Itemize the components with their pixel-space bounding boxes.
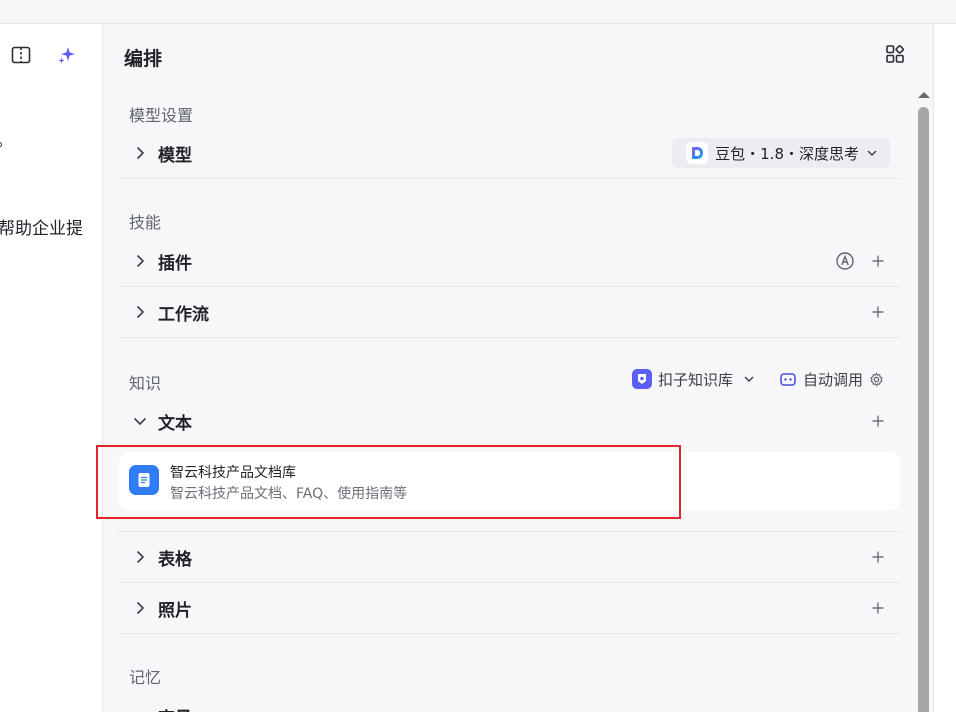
split-view-icon[interactable] [10, 44, 32, 66]
section-knowledge: 知识 [129, 374, 162, 393]
plugins-row-label: 插件 [158, 254, 192, 274]
memory-row-label-partial: 变量 [158, 704, 192, 712]
document-icon [129, 465, 159, 495]
scroll-up-arrow-icon[interactable] [918, 92, 930, 98]
robot-icon [780, 373, 796, 386]
workflow-row-label: 工作流 [158, 305, 209, 325]
knowledge-base-source: 扣子知识库 [658, 370, 734, 389]
section-memory: 记忆 [129, 668, 162, 687]
kb-item-description: 智云科技产品文档、FAQ、使用指南等 [170, 486, 408, 502]
scrollbar-thumb[interactable] [918, 107, 929, 712]
settings-gear-icon[interactable] [869, 371, 884, 387]
section-skills: 技能 [129, 213, 162, 232]
panel-title: 编排 [124, 48, 163, 70]
chevron-right-icon[interactable] [132, 304, 148, 320]
photo-kb-label: 照片 [158, 601, 192, 621]
chevron-down-icon[interactable] [132, 413, 148, 429]
text-kb-label: 文本 [158, 414, 192, 434]
model-selector[interactable]: 豆包・1.8・深度思考 [672, 138, 890, 168]
auto-call-setting[interactable]: 自动调用 [779, 367, 884, 391]
chevron-right-icon[interactable] [132, 549, 148, 565]
right-edge-pane [933, 24, 956, 712]
add-text-kb-icon[interactable] [870, 413, 886, 429]
add-table-kb-icon[interactable] [870, 549, 886, 565]
coze-kb-logo-icon [632, 369, 652, 389]
chevron-down-icon [867, 150, 877, 156]
knowledge-base-item[interactable]: 智云科技产品文档库 智云科技产品文档、FAQ、使用指南等 [119, 452, 900, 510]
preview-pane: 。 帮助企业提 [0, 24, 103, 712]
add-photo-kb-icon[interactable] [870, 600, 886, 616]
chevron-right-icon[interactable] [132, 253, 148, 269]
preview-text-fragment: 。 [0, 126, 13, 151]
top-bar [0, 0, 956, 24]
model-row-label: 模型 [158, 146, 192, 166]
auto-mode-icon[interactable] [835, 251, 855, 271]
vertical-scrollbar[interactable] [914, 88, 932, 712]
model-name: 豆包・1.8・深度思考 [715, 144, 859, 163]
chevron-right-icon[interactable] [132, 600, 148, 616]
table-kb-row[interactable]: 表格 [119, 531, 900, 583]
knowledge-base-selector[interactable]: 扣子知识库 [632, 367, 755, 391]
auto-call-label: 自动调用 [803, 370, 864, 389]
chevron-right-icon[interactable] [132, 145, 148, 161]
sparkle-icon[interactable] [56, 44, 78, 66]
kb-item-title: 智云科技产品文档库 [170, 465, 296, 481]
preview-text-fragment: 帮助企业提 [0, 219, 83, 239]
photo-kb-row[interactable]: 照片 [119, 583, 900, 634]
add-plugin-icon[interactable] [870, 253, 886, 269]
orchestration-panel: 编排 模型设置 模型 豆包・1.8・深度思考 技能 插件 工作流 知识 扣子知识… [104, 24, 933, 712]
doubao-logo-icon [686, 142, 709, 164]
layout-grid-icon[interactable] [885, 44, 905, 64]
table-kb-label: 表格 [158, 550, 192, 570]
add-workflow-icon[interactable] [870, 304, 886, 320]
workflow-row[interactable]: 工作流 [119, 287, 900, 338]
chevron-down-icon [744, 376, 754, 382]
text-kb-row[interactable]: 文本 [119, 396, 900, 447]
model-row[interactable]: 模型 豆包・1.8・深度思考 [119, 128, 900, 179]
section-model-settings: 模型设置 [129, 106, 194, 125]
plugins-row[interactable]: 插件 [119, 236, 900, 287]
